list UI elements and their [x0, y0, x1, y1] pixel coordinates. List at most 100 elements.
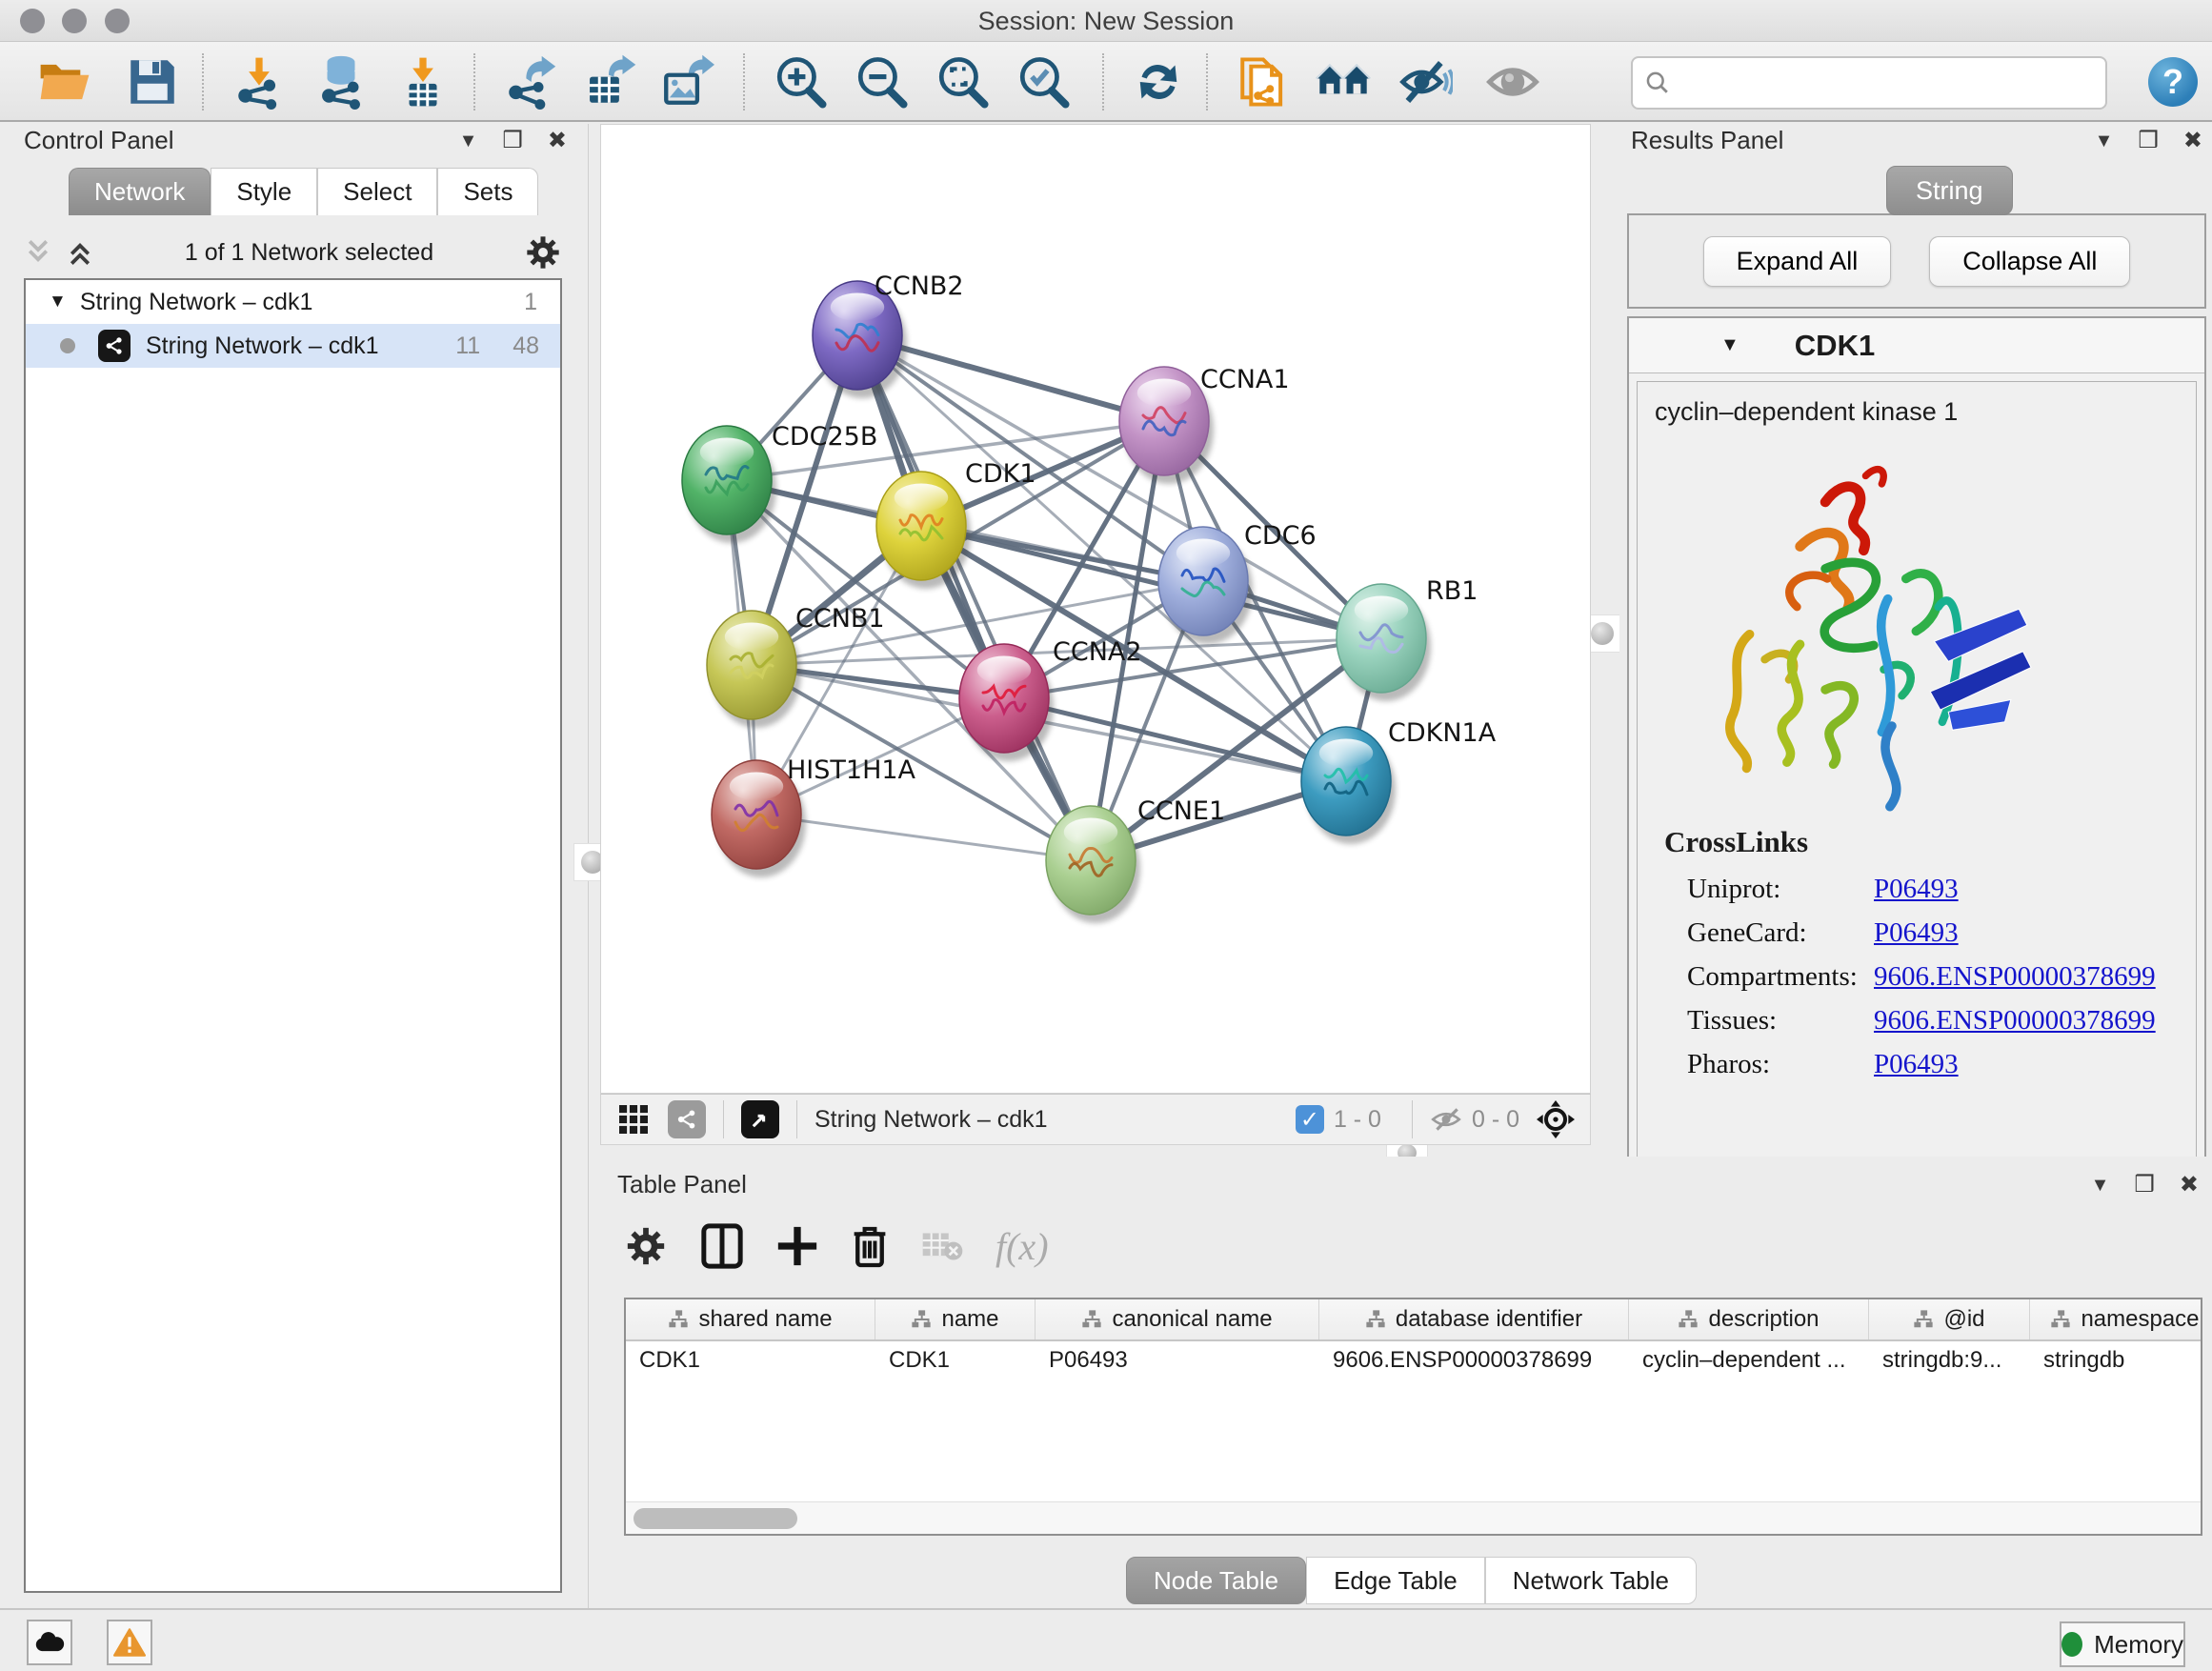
tab-network-table[interactable]: Network Table	[1485, 1557, 1697, 1604]
gene-header-row[interactable]: ▼ CDK1	[1629, 318, 2204, 373]
tab-sets[interactable]: Sets	[437, 168, 538, 215]
table-cell[interactable]: 9606.ENSP00000378699	[1319, 1347, 1629, 1374]
panel-float-icon[interactable]: ❒	[2134, 1174, 2155, 1197]
panel-collapse-icon[interactable]: ▼	[459, 131, 478, 151]
memory-button[interactable]: Memory	[2060, 1621, 2185, 1667]
collapse-all-button[interactable]: Collapse All	[1929, 236, 2130, 287]
refresh-button[interactable]	[1128, 51, 1189, 112]
panel-float-icon[interactable]: ❒	[502, 130, 523, 152]
selected-checkbox-icon[interactable]: ✓	[1296, 1105, 1324, 1134]
network-node[interactable]: CDC6	[1158, 521, 1317, 644]
zoom-out-button[interactable]	[851, 51, 912, 112]
zoom-in-button[interactable]	[770, 51, 831, 112]
table-cell[interactable]: stringdb:9...	[1869, 1347, 2030, 1374]
import-table-icon	[395, 54, 451, 110]
network-node[interactable]: CCNA1	[1119, 365, 1290, 484]
import-network-database-button[interactable]	[311, 51, 372, 112]
network-node[interactable]: CDKN1A	[1301, 718, 1497, 844]
string-import-button[interactable]	[1233, 51, 1294, 112]
network-options-gear-icon[interactable]	[524, 233, 562, 272]
network-node[interactable]: CDC25B	[682, 422, 877, 543]
table-header-cell[interactable]: @id	[1869, 1299, 2030, 1339]
table-cell[interactable]: CDK1	[626, 1347, 875, 1374]
network-node[interactable]: CCNB1	[707, 604, 885, 728]
table-header-cell[interactable]: name	[875, 1299, 1036, 1339]
export-network-file-button[interactable]	[499, 51, 560, 112]
panel-collapse-icon[interactable]: ▼	[2095, 131, 2114, 151]
zoom-selected-button[interactable]	[1013, 51, 1074, 112]
create-column-plus-icon[interactable]	[776, 1223, 818, 1269]
network-node[interactable]: CDK1	[876, 459, 1036, 589]
crosslink-link[interactable]: P06493	[1874, 1049, 1959, 1080]
network-collection-row[interactable]: ▼ String Network – cdk1 1	[26, 280, 560, 324]
panel-float-icon[interactable]: ❒	[2138, 130, 2159, 152]
save-session-button[interactable]	[122, 51, 183, 112]
tab-style[interactable]: Style	[211, 168, 317, 215]
table-options-gear-icon[interactable]	[624, 1224, 668, 1268]
table-cell[interactable]: CDK1	[875, 1347, 1036, 1374]
panel-close-icon[interactable]: ✖	[548, 130, 567, 152]
tree-expander-icon[interactable]: ▼	[49, 292, 67, 312]
table-header-cell[interactable]: shared name	[626, 1299, 875, 1339]
node-label: CDC6	[1244, 521, 1317, 551]
zoom-fit-button[interactable]	[932, 51, 993, 112]
panel-close-icon[interactable]: ✖	[2180, 1174, 2199, 1197]
tab-string[interactable]: String	[1886, 166, 2013, 215]
panel-close-icon[interactable]: ✖	[2183, 130, 2202, 152]
tab-network[interactable]: Network	[69, 168, 211, 215]
string-network-graph[interactable]: CCNB2 CCNA1 CDC25BCDK1 CDC6 RB1 CCNB1 CCNA2 CDK…	[601, 125, 1590, 1093]
scrollbar-thumb[interactable]	[633, 1508, 797, 1529]
import-table-file-button[interactable]	[392, 51, 453, 112]
warnings-button[interactable]	[107, 1620, 152, 1665]
crosslink-link[interactable]: 9606.ENSP00000378699	[1874, 961, 2156, 993]
table-horizontal-scrollbar[interactable]	[626, 1501, 2201, 1534]
network-node[interactable]: RB1	[1337, 576, 1478, 701]
table-header-cell[interactable]: database identifier	[1319, 1299, 1629, 1339]
expand-all-button[interactable]: Expand All	[1703, 236, 1892, 287]
birds-eye-view-icon[interactable]	[741, 1100, 779, 1138]
table-header-cell[interactable]: description	[1629, 1299, 1869, 1339]
network-edge[interactable]	[756, 815, 1091, 860]
network-item-row[interactable]: String Network – cdk1 11 48	[26, 324, 560, 368]
tab-node-table[interactable]: Node Table	[1126, 1557, 1306, 1604]
fit-selected-crosshair-icon[interactable]	[1537, 1100, 1575, 1138]
open-session-button[interactable]	[34, 51, 95, 112]
table-cell[interactable]: P06493	[1036, 1347, 1319, 1374]
help-button[interactable]: ?	[2148, 57, 2198, 107]
grid-view-icon[interactable]	[616, 1102, 651, 1137]
collapse-all-icon[interactable]	[24, 237, 52, 268]
panel-collapse-icon[interactable]: ▼	[2091, 1176, 2110, 1195]
network-canvas[interactable]: CCNB2 CCNA1 CDC25BCDK1 CDC6 RB1 CCNB1 CCNA2 CDK…	[600, 124, 1591, 1094]
hide-glass-effect-button[interactable]	[1395, 51, 1456, 112]
crosslink-link[interactable]: P06493	[1874, 874, 1959, 905]
tab-edge-table[interactable]: Edge Table	[1306, 1557, 1485, 1604]
import-network-file-button[interactable]	[229, 51, 290, 112]
network-node[interactable]: CCNE1	[1046, 796, 1225, 923]
export-image-button[interactable]	[656, 51, 717, 112]
tab-select[interactable]: Select	[317, 168, 437, 215]
search-input[interactable]	[1671, 70, 2081, 96]
expand-all-icon[interactable]	[66, 237, 94, 268]
delete-column-trash-icon[interactable]	[851, 1223, 889, 1269]
network-node[interactable]: HIST1H1A	[712, 755, 916, 877]
table-cell[interactable]: stringdb	[2030, 1347, 2202, 1374]
table-header-cell[interactable]: canonical name	[1036, 1299, 1319, 1339]
table-toolbar: f(x)	[624, 1216, 1049, 1277]
table-header-cell[interactable]: namespace	[2030, 1299, 2202, 1339]
crosslink-link[interactable]: 9606.ENSP00000378699	[1874, 1005, 2156, 1037]
string-home-button[interactable]	[1313, 51, 1374, 112]
show-columns-icon[interactable]	[700, 1222, 744, 1270]
table-row[interactable]: CDK1CDK1P064939606.ENSP00000378699cyclin…	[626, 1341, 2201, 1379]
gene-expander-icon[interactable]: ▼	[1720, 334, 1739, 356]
network-node[interactable]: CCNA2	[959, 637, 1142, 761]
show-graphics-details-button[interactable]	[1482, 51, 1543, 112]
crosslink-link[interactable]: P06493	[1874, 917, 1959, 949]
node-table: shared namenamecanonical name database id…	[624, 1298, 2202, 1536]
export-table-button[interactable]	[578, 51, 639, 112]
network-node[interactable]: CCNB2	[813, 272, 964, 398]
automation-cloud-button[interactable]	[27, 1620, 72, 1665]
search-box	[1631, 56, 2107, 110]
column-label: database identifier	[1396, 1306, 1582, 1333]
network-share-icon[interactable]	[668, 1100, 706, 1138]
table-cell[interactable]: cyclin–dependent ...	[1629, 1347, 1869, 1374]
